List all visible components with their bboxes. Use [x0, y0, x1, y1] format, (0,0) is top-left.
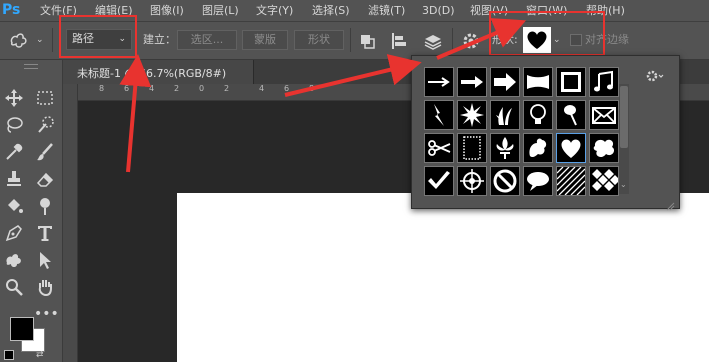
- annotation-arrows: [119, 18, 527, 173]
